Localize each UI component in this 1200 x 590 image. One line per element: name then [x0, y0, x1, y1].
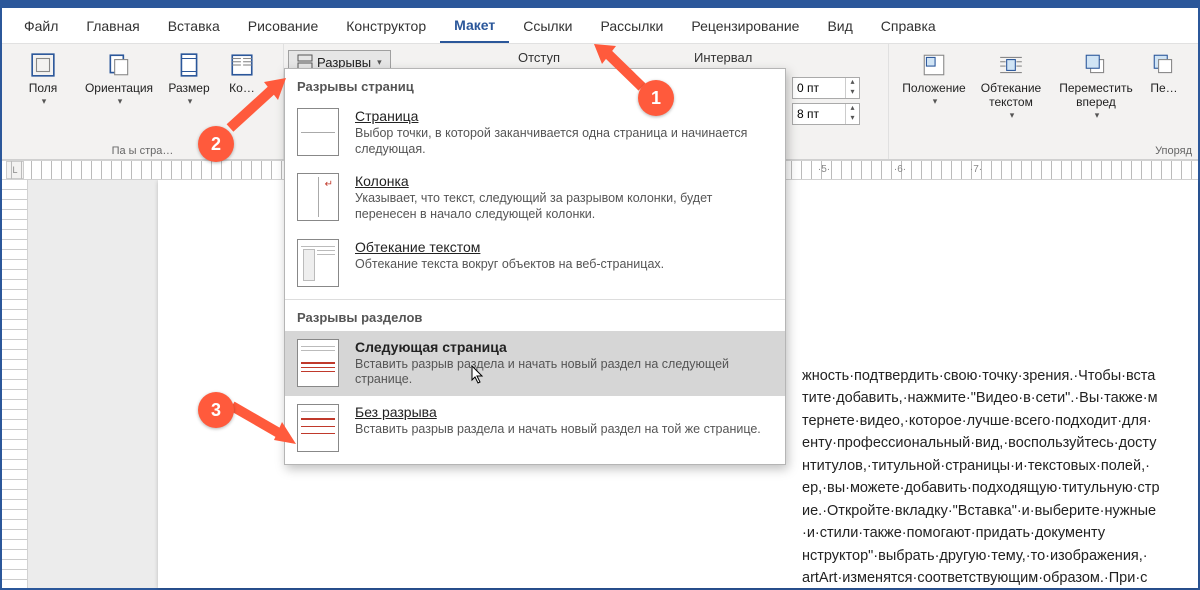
- position-icon: [921, 52, 947, 78]
- send-backward-button[interactable]: Пе…: [1143, 48, 1185, 143]
- next-page-break-icon: [297, 339, 339, 387]
- breaks-dropdown: Разрывы страниц Страница Выбор точки, в …: [284, 68, 786, 465]
- orientation-icon: [106, 52, 132, 78]
- forward-label: Переместить вперед: [1051, 82, 1141, 110]
- tab-mailings[interactable]: Рассылки: [587, 8, 678, 43]
- tab-layout[interactable]: Макет: [440, 8, 509, 43]
- page-gutter: [28, 180, 158, 588]
- page-setup-group-label: Па ы стра…: [8, 143, 277, 157]
- break-textwrap-desc: Обтекание текста вокруг объектов на веб-…: [355, 257, 664, 273]
- bring-forward-button[interactable]: Переместить вперед ▾: [1049, 48, 1143, 143]
- chevron-down-icon: ▾: [377, 57, 382, 68]
- chevron-down-icon: ▾: [188, 96, 193, 107]
- spacing-after-spinner[interactable]: ▴▾: [792, 103, 860, 125]
- break-page-title: Страница: [355, 108, 773, 124]
- indent-section-label: Отступ: [518, 50, 560, 65]
- break-column-item[interactable]: ↵ Колонка Указывает, что текст, следующи…: [285, 165, 785, 230]
- wrap-text-button[interactable]: Обтекание текстом ▾: [973, 48, 1049, 143]
- break-column-title: Колонка: [355, 173, 773, 189]
- annotation-callout-3: 3: [198, 392, 234, 428]
- ruler-tick: ·6·: [862, 164, 938, 175]
- position-button[interactable]: Положение ▾: [895, 48, 973, 143]
- margins-icon: [30, 52, 56, 78]
- backward-icon: [1151, 52, 1177, 78]
- arrange-group-label: Упоряд: [895, 143, 1192, 157]
- chevron-down-icon: ▾: [118, 96, 123, 107]
- ribbon-tabs: Файл Главная Вставка Рисование Конструкт…: [2, 8, 1198, 44]
- dropdown-section-page-breaks: Разрывы страниц: [285, 69, 785, 100]
- break-next-page-title: Следующая страница: [355, 339, 773, 355]
- tab-draw[interactable]: Рисование: [234, 8, 333, 43]
- mouse-cursor-icon: [471, 365, 485, 385]
- spin-down-icon[interactable]: ▾: [845, 114, 859, 124]
- chevron-down-icon: ▾: [1010, 110, 1015, 121]
- tab-home[interactable]: Главная: [72, 8, 153, 43]
- break-continuous-title: Без разрыва: [355, 404, 761, 420]
- spacing-after-input[interactable]: [793, 107, 845, 121]
- orientation-label: Ориентация: [85, 82, 153, 96]
- tab-view[interactable]: Вид: [813, 8, 866, 43]
- wrap-label: Обтекание текстом: [975, 82, 1047, 110]
- break-page-desc: Выбор точки, в которой заканчивается одн…: [355, 126, 773, 157]
- vertical-ruler[interactable]: [2, 180, 28, 588]
- document-text: жность·подтвердить·свою·точку·зрения.·Чт…: [802, 365, 1182, 588]
- column-break-icon: ↵: [297, 173, 339, 221]
- spacing-section-label: Интервал: [694, 50, 752, 65]
- break-page-item[interactable]: Страница Выбор точки, в которой заканчив…: [285, 100, 785, 165]
- break-textwrap-item[interactable]: Обтекание текстом Обтекание текста вокру…: [285, 231, 785, 295]
- break-continuous-item[interactable]: Без разрыва Вставить разрыв раздела и на…: [285, 396, 785, 460]
- position-label: Положение: [902, 82, 965, 96]
- spacing-before-input[interactable]: [793, 81, 845, 95]
- size-icon: [176, 52, 202, 78]
- orientation-button[interactable]: Ориентация ▾: [78, 48, 160, 143]
- backward-label: Пе…: [1150, 82, 1177, 96]
- spin-down-icon[interactable]: ▾: [845, 88, 859, 98]
- wrap-icon: [998, 52, 1024, 78]
- tab-help[interactable]: Справка: [867, 8, 950, 43]
- size-label: Размер: [168, 82, 209, 96]
- break-column-desc: Указывает, что текст, следующий за разры…: [355, 191, 773, 222]
- textwrap-break-icon: [297, 239, 339, 287]
- ruler-tick: ·5·: [786, 164, 862, 175]
- break-textwrap-title: Обтекание текстом: [355, 239, 664, 255]
- annotation-callout-1: 1: [638, 80, 674, 116]
- break-next-page-desc: Вставить разрыв раздела и начать новый р…: [355, 357, 773, 388]
- chevron-down-icon: ▾: [933, 96, 938, 107]
- margins-button[interactable]: Поля ▾: [8, 48, 78, 143]
- annotation-arrow-2: [224, 74, 294, 134]
- spacing-before-spinner[interactable]: ▴▾: [792, 77, 860, 99]
- chevron-down-icon: ▾: [1095, 110, 1100, 121]
- page-break-icon: [297, 108, 339, 156]
- ruler-tick: ·7·: [938, 164, 1014, 175]
- tab-review[interactable]: Рецензирование: [677, 8, 813, 43]
- annotation-callout-2: 2: [198, 126, 234, 162]
- annotation-arrow-3: [226, 400, 306, 450]
- margins-label: Поля: [29, 82, 58, 96]
- tab-references[interactable]: Ссылки: [509, 8, 586, 43]
- tab-insert[interactable]: Вставка: [154, 8, 234, 43]
- tab-file[interactable]: Файл: [10, 8, 72, 43]
- dropdown-section-section-breaks: Разрывы разделов: [285, 300, 785, 331]
- tab-design[interactable]: Конструктор: [332, 8, 440, 43]
- chevron-down-icon: ▾: [42, 96, 47, 107]
- break-continuous-desc: Вставить разрыв раздела и начать новый р…: [355, 422, 761, 438]
- forward-icon: [1083, 52, 1109, 78]
- break-next-page-item[interactable]: Следующая страница Вставить разрыв разде…: [285, 331, 785, 396]
